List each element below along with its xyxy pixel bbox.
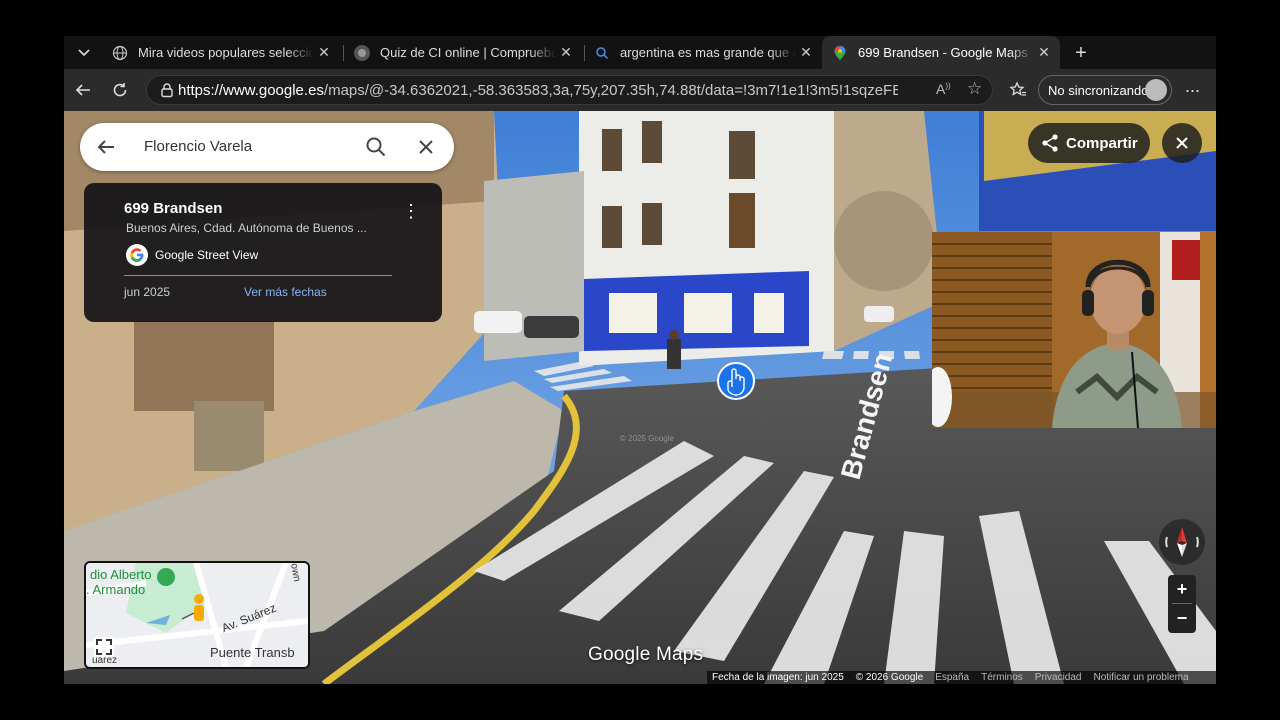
compass-control[interactable] [1159, 519, 1205, 565]
place-title: 699 Brandsen [124, 200, 223, 217]
chevron-down-icon [78, 49, 90, 57]
browser-toolbar: https://www.google.es/maps/@-34.6362021,… [64, 69, 1216, 111]
close-street-view-button[interactable] [1162, 123, 1202, 163]
footer-link-privacy[interactable]: Privacidad [1035, 672, 1082, 683]
arrow-left-icon[interactable] [94, 135, 118, 159]
zoom-out-button[interactable]: − [1168, 604, 1196, 632]
footer-link-report[interactable]: Notificar un problema [1094, 672, 1189, 683]
favorites-button[interactable] [1005, 77, 1031, 103]
street-view-viewport[interactable]: Brandsen © 2025 Google Florencio Varela … [64, 111, 1216, 684]
tab-title: Quiz de CI online | Comprueba tu [380, 45, 556, 60]
zoom-control: + − [1168, 575, 1196, 633]
plus-icon: + [1075, 42, 1087, 64]
share-button[interactable]: Compartir [1028, 123, 1150, 163]
close-tab-icon[interactable]: ✕ [1034, 44, 1054, 61]
minimap[interactable]: dio Alberto . Armando Av. Suárez Puente … [84, 561, 310, 669]
back-button[interactable] [70, 77, 96, 103]
lock-icon[interactable] [159, 82, 175, 98]
profile-sync-button[interactable]: No sincronizando [1038, 75, 1172, 105]
more-vertical-icon[interactable]: ⋮ [402, 200, 420, 222]
divider [124, 275, 392, 276]
image-date: Fecha de la imagen: jun 2025 [712, 672, 844, 683]
tab-actions-button[interactable] [70, 40, 98, 66]
capture-date: jun 2025 [124, 285, 171, 299]
tab-strip: Mira videos populares seleccion ✕ Quiz d… [64, 36, 1216, 69]
star-icon[interactable]: ☆ [967, 79, 982, 99]
avatar [1145, 79, 1167, 101]
street-view-info-card: 699 Brandsen Buenos Aires, Cdad. Autónom… [84, 183, 442, 322]
reload-button[interactable] [107, 77, 133, 103]
tab-google-maps[interactable]: 699 Brandsen - Google Maps ✕ [822, 36, 1060, 69]
share-label: Compartir [1066, 134, 1138, 152]
arrow-left-icon [75, 84, 90, 96]
address-bar[interactable]: https://www.google.es/maps/@-34.6362021,… [146, 75, 993, 105]
search-input[interactable]: Florencio Varela [144, 138, 252, 155]
google-maps-icon [832, 45, 848, 61]
panorama-watermark: © 2025 Google [620, 434, 674, 443]
footer-link-terms[interactable]: Términos [981, 672, 1023, 683]
share-icon [1042, 134, 1058, 152]
more-menu-button[interactable]: ··· [1179, 77, 1205, 103]
sync-label: No sincronizando [1048, 82, 1149, 98]
url-text[interactable]: https://www.google.es/maps/@-34.6362021,… [178, 82, 898, 99]
hand-cursor-icon [717, 362, 755, 400]
globe-icon [112, 45, 128, 61]
more-horizontal-icon: ··· [1184, 79, 1201, 100]
search-icon[interactable] [364, 135, 388, 159]
minimap-label: . Armando [86, 582, 146, 597]
tab-quiz[interactable]: Quiz de CI online | Comprueba tu ✕ [344, 36, 582, 69]
tab-title: Mira videos populares seleccion [138, 45, 314, 60]
read-aloud-icon[interactable]: A)) [936, 81, 951, 97]
url-path: /maps/@-34.6362021,-58.363583,3a,75y,207… [323, 82, 898, 99]
tab-title: argentina es mas grande que col [620, 45, 796, 60]
close-tab-icon[interactable]: ✕ [796, 44, 816, 61]
footer-link-country[interactable]: España [935, 672, 969, 683]
tab-videos[interactable]: Mira videos populares seleccion ✕ [102, 36, 340, 69]
street-view-source-label: Google Street View [155, 248, 259, 262]
tab-title: 699 Brandsen - Google Maps [858, 45, 1028, 60]
minimap-label: Puente Transb [210, 645, 295, 660]
tab-search[interactable]: argentina es mas grande que col ✕ [584, 36, 822, 69]
close-tab-icon[interactable]: ✕ [314, 44, 334, 61]
close-icon [1176, 137, 1188, 149]
browser-window: Mira videos populares seleccion ✕ Quiz d… [64, 36, 1216, 684]
webcam-overlay [932, 232, 1216, 428]
close-tab-icon[interactable]: ✕ [556, 44, 576, 61]
zoom-in-button[interactable]: + [1168, 575, 1196, 603]
minimap-label: dio Alberto [90, 567, 152, 582]
copyright: © 2026 Google [855, 672, 924, 683]
search-icon [594, 45, 610, 61]
url-host: https://www.google.es [178, 82, 324, 99]
compass-icon [1165, 527, 1199, 557]
place-subtitle: Buenos Aires, Cdad. Autónoma de Buenos .… [126, 221, 367, 235]
street-view-source: Google Street View [126, 244, 258, 266]
quiz-site-icon [354, 44, 370, 61]
new-tab-button[interactable]: + [1068, 40, 1094, 66]
fullscreen-icon[interactable] [94, 637, 114, 657]
map-footer: Fecha de la imagen: jun 2025 © 2026 Goog… [707, 671, 1216, 684]
google-maps-logo: Google Maps [588, 644, 704, 665]
google-logo-icon [126, 244, 148, 266]
maps-search-box[interactable]: Florencio Varela [80, 123, 454, 171]
close-icon[interactable] [414, 135, 438, 159]
more-dates-link[interactable]: Ver más fechas [244, 285, 327, 299]
favorites-icon [1009, 81, 1026, 96]
reload-icon [113, 83, 127, 97]
